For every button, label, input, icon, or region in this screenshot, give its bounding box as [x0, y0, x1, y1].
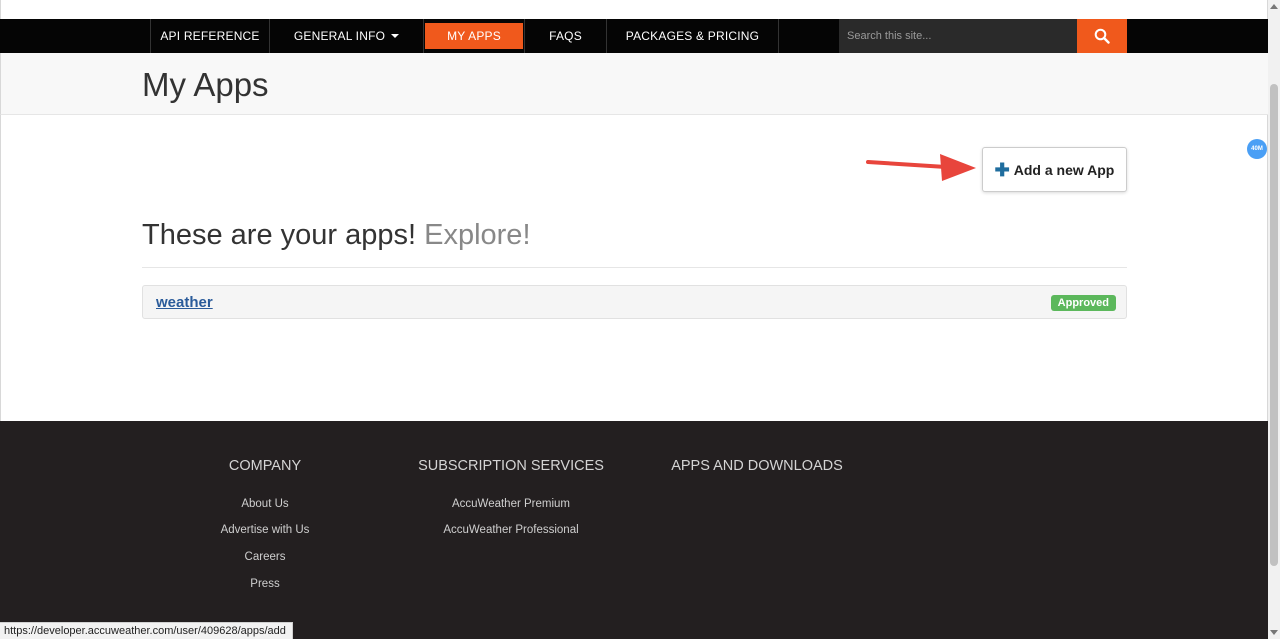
nav-faqs-label: FAQS — [549, 29, 582, 43]
nav-packages-pricing[interactable]: PACKAGES & PRICING — [607, 19, 779, 53]
status-badge: Approved — [1050, 295, 1116, 311]
app-link-weather[interactable]: weather — [156, 294, 213, 311]
footer-apps-title: APPS AND DOWNLOADS — [671, 458, 843, 474]
footer-link-about-us[interactable]: About Us — [215, 498, 315, 510]
footer-link-careers[interactable]: Careers — [215, 551, 315, 563]
search-input[interactable] — [839, 19, 1077, 53]
browser-top-strip — [0, 0, 1268, 19]
floating-extension-badge[interactable]: 40M — [1247, 139, 1267, 159]
scroll-down-icon[interactable] — [1270, 630, 1278, 635]
page-title: My Apps — [142, 66, 269, 103]
chevron-down-icon — [391, 34, 400, 38]
nav-my-apps[interactable]: MY APPS — [424, 19, 525, 53]
search-icon — [1094, 28, 1110, 44]
apps-heading-text: These are your apps! — [142, 219, 417, 251]
footer-company-title: COMPANY — [228, 458, 302, 474]
explore-text: Explore! — [424, 219, 531, 251]
nav-general-info-label: GENERAL INFO — [293, 29, 386, 43]
scroll-up-icon[interactable] — [1270, 4, 1278, 9]
red-arrow-annotation-icon — [866, 154, 976, 181]
nav-packages-pricing-label: PACKAGES & PRICING — [625, 29, 760, 43]
nav-my-apps-label: MY APPS — [425, 23, 523, 49]
plus-icon: ✚ — [994, 159, 1010, 180]
divider — [142, 267, 1127, 268]
scroll-thumb[interactable] — [1270, 84, 1278, 566]
footer-link-premium[interactable]: AccuWeather Premium — [431, 498, 591, 510]
footer-link-press[interactable]: Press — [215, 578, 315, 590]
vertical-scrollbar[interactable] — [1268, 0, 1280, 639]
nav-api-reference-label: API REFERENCE — [160, 29, 260, 43]
nav-faqs[interactable]: FAQS — [525, 19, 607, 53]
footer-subscription-title: SUBSCRIPTION SERVICES — [418, 458, 604, 474]
apps-heading: These are your apps! Explore! — [142, 219, 531, 252]
nav-general-info[interactable]: GENERAL INFO — [270, 19, 424, 53]
nav-api-reference[interactable]: API REFERENCE — [150, 19, 270, 53]
status-bar-url: https://developer.accuweather.com/user/4… — [0, 622, 293, 639]
footer-link-advertise[interactable]: Advertise with Us — [200, 524, 330, 536]
app-list-item: weather Approved — [142, 285, 1127, 319]
site-footer: COMPANY About Us Advertise with Us Caree… — [0, 421, 1268, 639]
search-button[interactable] — [1077, 19, 1127, 53]
add-new-app-label: Add a new App — [1013, 161, 1115, 178]
footer-link-professional[interactable]: AccuWeather Professional — [431, 524, 591, 536]
add-new-app-button[interactable]: ✚ Add a new App — [982, 147, 1127, 192]
